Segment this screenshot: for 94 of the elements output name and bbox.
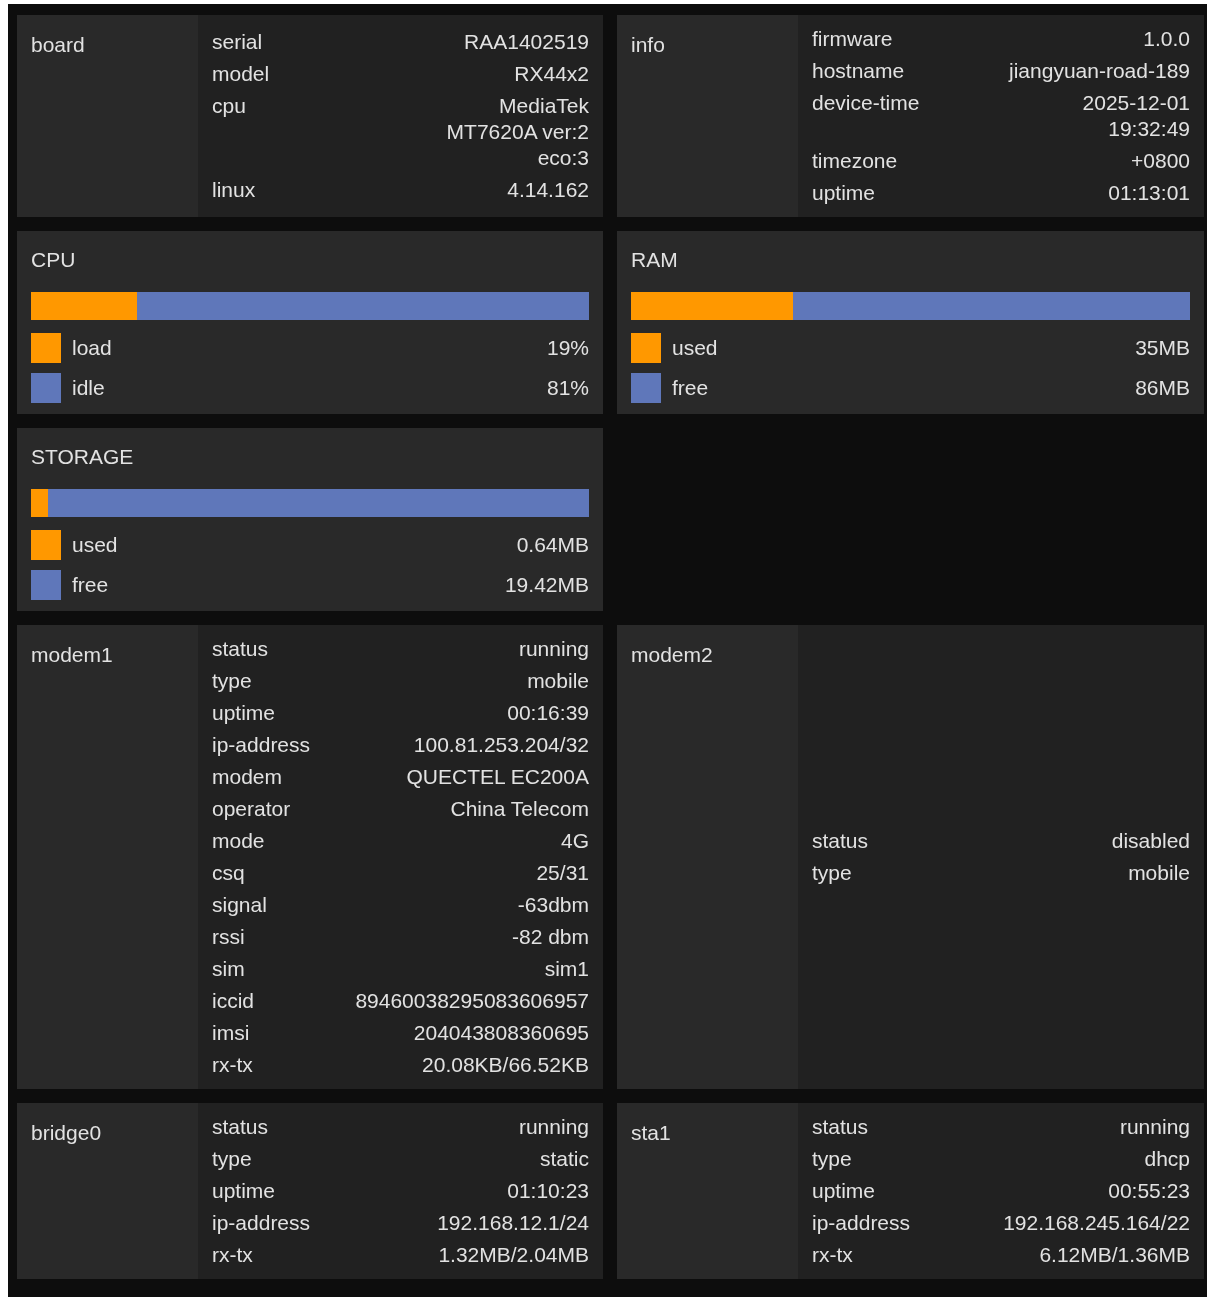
field-value: 25/31 <box>536 860 589 886</box>
field-value: MediaTek <box>499 93 589 119</box>
field-label: uptime <box>212 700 277 726</box>
field-value: 192.168.12.1/24 <box>437 1210 589 1236</box>
field-value: RAA1402519 <box>464 29 589 55</box>
field-value: running <box>518 1114 589 1140</box>
legend-value: 19% <box>546 336 589 360</box>
field-value: dhcp <box>1144 1146 1190 1172</box>
field-label: status <box>212 636 270 662</box>
field-label: cpu <box>212 93 247 119</box>
field-label: status <box>812 1114 870 1140</box>
field-value: 204043808360695 <box>413 1020 589 1046</box>
field-value: 01:10:23 <box>507 1178 589 1204</box>
card-title: CPU <box>31 247 76 273</box>
field-value: China Telecom <box>450 796 589 822</box>
field-label: iccid <box>212 988 255 1014</box>
field-label: serial <box>212 29 264 55</box>
field-value: running <box>518 636 589 662</box>
field-label: firmware <box>812 26 894 52</box>
field-label: linux <box>212 177 257 203</box>
field-value: 2025-12-01 <box>1082 90 1190 116</box>
field-label: modem <box>212 764 284 790</box>
legend-value: 35MB <box>1135 336 1190 360</box>
field-value: 20.08KB/66.52KB <box>422 1052 589 1078</box>
field-value: jiangyuan-road-189 <box>1009 58 1190 84</box>
legend-label: used <box>672 336 718 360</box>
field-value: 100.81.253.204/32 <box>413 732 589 758</box>
legend-value: 86MB <box>1135 376 1190 400</box>
field-label: imsi <box>212 1020 251 1046</box>
field-label: uptime <box>812 1178 877 1204</box>
field-label: status <box>812 828 869 854</box>
card-title: sta1 <box>631 1120 671 1146</box>
card-title: STORAGE <box>31 444 134 470</box>
field-value: QUECTEL EC200A <box>406 764 589 790</box>
field-value: 4.14.162 <box>507 177 589 203</box>
legend-label: idle <box>72 376 105 400</box>
field-label: ip-address <box>812 1210 911 1236</box>
field-label: ip-address <box>212 732 311 758</box>
field-label: uptime <box>812 180 877 206</box>
legend-label: load <box>72 336 112 360</box>
field-label: device-time <box>812 90 920 116</box>
field-value: 00:55:23 <box>1108 1178 1190 1204</box>
field-value: 1.32MB/2.04MB <box>438 1242 589 1268</box>
legend-value: 81% <box>546 376 589 400</box>
field-value: static <box>540 1146 589 1172</box>
field-label: sim <box>212 956 246 982</box>
legend-label: free <box>72 573 109 597</box>
field-value: 4G <box>561 828 589 854</box>
field-value: MT7620A ver:2 <box>446 119 589 145</box>
field-label: model <box>212 61 270 87</box>
field-label: mode <box>212 828 266 854</box>
field-label: timezone <box>812 148 899 174</box>
field-value: -63dbm <box>517 892 589 918</box>
field-label: rx-tx <box>212 1242 254 1268</box>
field-label: type <box>812 860 853 886</box>
field-value: -82 dbm <box>511 924 589 950</box>
field-value: +0800 <box>1131 148 1190 174</box>
card-title: RAM <box>631 247 678 273</box>
field-label: type <box>812 1146 853 1172</box>
legend-value: 19.42MB <box>504 573 589 597</box>
field-value: mobile <box>1128 860 1190 886</box>
field-label: signal <box>212 892 268 918</box>
field-label: type <box>212 1146 253 1172</box>
legend-label: free <box>672 376 709 400</box>
field-label: ip-address <box>212 1210 311 1236</box>
field-value: 192.168.245.164/22 <box>1003 1210 1190 1236</box>
card-title: bridge0 <box>31 1120 102 1146</box>
field-value: 19:32:49 <box>1108 116 1190 142</box>
field-value: disabled <box>1111 828 1190 854</box>
field-value: 00:16:39 <box>507 700 589 726</box>
field-label: type <box>212 668 253 694</box>
field-label: status <box>212 1114 270 1140</box>
field-label: csq <box>212 860 246 886</box>
card-title: modem1 <box>31 642 113 668</box>
field-value: 1.0.0 <box>1143 26 1190 52</box>
field-label: rssi <box>212 924 246 950</box>
card-title: modem2 <box>631 642 713 668</box>
field-value: running <box>1119 1114 1190 1140</box>
field-value: mobile <box>527 668 589 694</box>
field-value: 6.12MB/1.36MB <box>1039 1242 1190 1268</box>
field-value: 01:13:01 <box>1108 180 1190 206</box>
field-label: rx-tx <box>812 1242 854 1268</box>
field-label: operator <box>212 796 292 822</box>
field-value: sim1 <box>544 956 589 982</box>
field-value: eco:3 <box>537 145 589 171</box>
card-title: board <box>31 32 85 58</box>
legend-label: used <box>72 533 118 557</box>
card-title: info <box>631 32 665 58</box>
field-value: 89460038295083606957 <box>355 988 589 1014</box>
legend-value: 0.64MB <box>516 533 589 557</box>
field-label: hostname <box>812 58 906 84</box>
field-value: RX44x2 <box>514 61 589 87</box>
field-label: uptime <box>212 1178 277 1204</box>
field-label: rx-tx <box>212 1052 254 1078</box>
